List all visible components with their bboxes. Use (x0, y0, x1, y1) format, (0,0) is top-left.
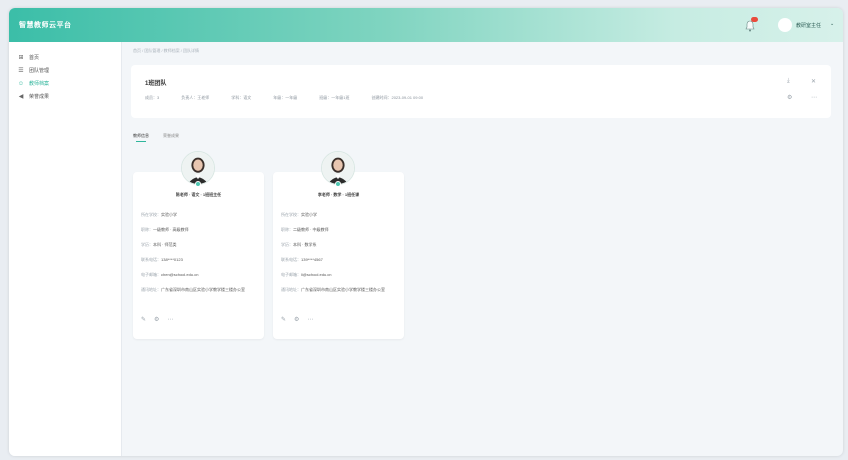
sidebar-item-label: 荣誉成果 (29, 94, 50, 100)
download-icon[interactable]: ⤓ (787, 78, 790, 85)
detail-value: 本科 · 数学系 (293, 242, 317, 247)
more-icon[interactable]: ⋯ (167, 316, 173, 323)
gear-icon[interactable]: ⚙ (154, 316, 159, 323)
tab-honors[interactable]: 荣誉成果 (163, 133, 179, 142)
sidebar-item-teachers[interactable]: ☺ 教师档案 (17, 79, 49, 88)
sidebar-item-honors[interactable]: ◀ 荣誉成果 (17, 92, 49, 101)
detail-line: 电子邮箱：li@school.edu.cn (281, 272, 399, 287)
detail-line: 职称：一级教师 · 高级教师 (141, 227, 259, 242)
detail-label: 学历： (141, 242, 153, 247)
detail-line: 通讯地址：广东省深圳市南山区实验小学教学楼三楼办公室 (281, 287, 399, 302)
detail-line: 通讯地址：广东省深圳市南山区实验小学教学楼三楼办公室 (141, 287, 259, 302)
detail-value: li@school.edu.cn (301, 272, 332, 277)
person-photo-icon (182, 152, 214, 184)
teacher-details: 所在学校：实验小学 职称：二级教师 · 中级教师 学历：本科 · 数学系 联系电… (281, 212, 399, 302)
team-field: 创建时间：2023-09-01 09:00 (371, 95, 424, 100)
detail-value: 实验小学 (301, 212, 317, 217)
list-icon: ☰ (18, 68, 24, 74)
detail-value: 138****0123 (161, 257, 183, 262)
sidebar: ⊞ 首页 ☰ 团队管理 ☺ 教师档案 ◀ 荣誉成果 (9, 42, 122, 456)
detail-line: 职称：二级教师 · 中级教师 (281, 227, 399, 242)
detail-label: 职称： (281, 227, 293, 232)
sidebar-item-home[interactable]: ⊞ 首页 (17, 53, 39, 62)
detail-value: 广东省深圳市南山区实验小学教学楼三楼办公室 (161, 287, 245, 292)
team-field: 学科：语文 (231, 95, 252, 100)
avatar[interactable] (778, 18, 792, 32)
chevron-down-icon[interactable]: ⌄ (830, 21, 834, 27)
detail-line: 学历：本科 · 师范类 (141, 242, 259, 257)
more-icon[interactable]: ⋯ (307, 316, 313, 323)
detail-label: 所在学校： (141, 212, 161, 217)
grid-icon: ⊞ (18, 55, 24, 61)
gear-icon[interactable]: ⚙ (294, 316, 299, 323)
teacher-name: 陈老师 · 语文 · 1班班主任 (175, 192, 222, 197)
person-icon: ☺ (17, 80, 25, 87)
close-icon[interactable]: ✕ (811, 78, 816, 85)
detail-line: 所在学校：实验小学 (281, 212, 399, 227)
user-name[interactable]: 教研室主任 (796, 22, 821, 29)
team-field: 成员：3 (145, 95, 160, 100)
detail-line: 所在学校：实验小学 (141, 212, 259, 227)
more-icon[interactable]: ⋯ (811, 94, 817, 101)
team-title: 1班团队 (145, 81, 167, 87)
teacher-photo (321, 151, 355, 185)
teacher-card[interactable]: 陈老师 · 语文 · 1班班主任 所在学校：实验小学 职称：一级教师 · 高级教… (133, 151, 264, 339)
sidebar-item-label: 教师档案 (29, 81, 50, 87)
detail-label: 通讯地址： (281, 287, 301, 292)
team-field: 班级：一年级1班 (319, 95, 350, 100)
teacher-name: 李老师 · 数学 · 1班任课 (317, 192, 360, 197)
detail-line: 联系电话：139****4567 (281, 257, 399, 272)
sidebar-item-team[interactable]: ☰ 团队管理 (17, 66, 49, 75)
person-photo-icon (322, 152, 354, 184)
detail-label: 联系电话： (141, 257, 161, 262)
detail-value: 一级教师 · 高级教师 (153, 227, 189, 232)
app-window: 智慧教师云平台 教研室主任 ⌄ ⊞ 首页 ☰ 团队管理 ☺ 教师档案 ◀ 荣誉成… (9, 8, 843, 456)
notification-badge (751, 17, 758, 22)
top-bar: 智慧教师云平台 教研室主任 ⌄ (9, 8, 843, 42)
sidebar-item-label: 团队管理 (29, 68, 50, 74)
detail-value: 二级教师 · 中级教师 (293, 227, 329, 232)
app-title: 智慧教师云平台 (19, 22, 72, 29)
detail-label: 职称： (141, 227, 153, 232)
detail-value: 广东省深圳市南山区实验小学教学楼三楼办公室 (301, 287, 385, 292)
detail-value: 实验小学 (161, 212, 177, 217)
detail-label: 电子邮箱： (281, 272, 301, 277)
gear-icon[interactable]: ⚙ (787, 94, 792, 101)
team-info-card: 1班团队 成员：3 负责人：王老师 学科：语文 年级：一年级 班级：一年级1班 … (131, 65, 831, 118)
team-field: 年级：一年级 (273, 95, 298, 100)
detail-label: 联系电话： (281, 257, 301, 262)
status-dot (335, 181, 341, 187)
detail-line: 电子邮箱：chen@school.edu.cn (141, 272, 259, 287)
teacher-card[interactable]: 李老师 · 数学 · 1班任课 所在学校：实验小学 职称：二级教师 · 中级教师… (273, 151, 404, 339)
arrow-left-icon: ◀ (18, 94, 24, 100)
team-field: 负责人：王老师 (181, 95, 210, 100)
tab-bar: 教师信息 荣誉成果 (133, 133, 193, 142)
detail-label: 电子邮箱： (141, 272, 161, 277)
teacher-photo (181, 151, 215, 185)
detail-line: 联系电话：138****0123 (141, 257, 259, 272)
detail-value: chen@school.edu.cn (161, 272, 199, 277)
detail-value: 本科 · 师范类 (153, 242, 177, 247)
team-actions: ⤓ ✕ ⚙ ⋯ (783, 78, 823, 108)
detail-value: 139****4567 (301, 257, 323, 262)
card-actions: ✎ ⚙ ⋯ (281, 316, 321, 323)
detail-line: 学历：本科 · 数学系 (281, 242, 399, 257)
breadcrumb: 首页 / 团队管理 / 教师档案 / 团队详情 (133, 48, 200, 53)
detail-label: 通讯地址： (141, 287, 161, 292)
edit-icon[interactable]: ✎ (281, 316, 286, 323)
team-fields: 成员：3 负责人：王老师 学科：语文 年级：一年级 班级：一年级1班 创建时间：… (145, 95, 445, 101)
detail-label: 学历： (281, 242, 293, 247)
status-dot (195, 181, 201, 187)
tab-teacher-info[interactable]: 教师信息 (133, 133, 149, 142)
teacher-details: 所在学校：实验小学 职称：一级教师 · 高级教师 学历：本科 · 师范类 联系电… (141, 212, 259, 302)
detail-label: 所在学校： (281, 212, 301, 217)
edit-icon[interactable]: ✎ (141, 316, 146, 323)
card-actions: ✎ ⚙ ⋯ (141, 316, 181, 323)
sidebar-item-label: 首页 (29, 55, 40, 61)
